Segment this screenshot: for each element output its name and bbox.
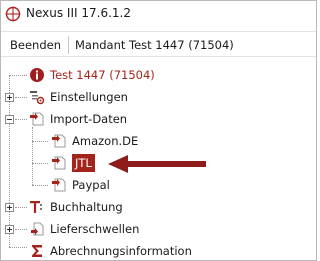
annotation-arrow-icon: [108, 155, 206, 173]
sigma-icon: [29, 243, 45, 259]
tree-item-buchhaltung[interactable]: Buchhaltung: [29, 196, 123, 218]
tree-item-label: Einstellungen: [50, 90, 128, 104]
import-icon: [51, 177, 67, 193]
expand-toggle-lieferschwellen[interactable]: [5, 225, 14, 234]
delivery-threshold-icon: [29, 221, 45, 237]
import-icon: [51, 133, 67, 149]
tree-item-label: Import-Daten: [50, 112, 128, 126]
info-icon: [29, 67, 45, 83]
settings-list-icon: [29, 89, 45, 105]
tenant-value[interactable]: Test 1447 (71504): [129, 38, 234, 52]
tree-item-einstellungen[interactable]: Einstellungen: [29, 86, 128, 108]
tree-item-amazon-de[interactable]: Amazon.DE: [51, 130, 138, 152]
tree-item-jtl[interactable]: JTL: [51, 152, 95, 174]
tree-item-label: Lieferschwellen: [50, 222, 140, 236]
expand-toggle-einstellungen[interactable]: [5, 93, 14, 102]
tree-guide-line: [15, 207, 27, 208]
tenant-label: Mandant: [75, 38, 126, 52]
tree-guide-line: [9, 75, 27, 76]
tree-guide-line: [32, 127, 33, 185]
menu-separator: [68, 36, 69, 54]
title-bar: Nexus III 17.6.1.2: [1, 1, 316, 27]
expand-toggle-buchhaltung[interactable]: [5, 203, 14, 212]
tree-guide-line: [9, 247, 27, 248]
tree-guide-line: [32, 141, 48, 142]
tree-item-lieferschwellen[interactable]: Lieferschwellen: [29, 218, 139, 240]
tree-guide-line: [32, 185, 48, 186]
tree-item-label-selected: JTL: [72, 154, 95, 172]
import-icon: [29, 111, 45, 127]
accounting-icon: [29, 199, 45, 215]
window-title: Nexus III 17.6.1.2: [26, 6, 131, 20]
menu-bar: Beenden Mandant Test 1447 (71504): [1, 31, 316, 57]
tree-item-root[interactable]: Test 1447 (71504): [29, 64, 155, 86]
app-logo-icon: [5, 6, 21, 22]
tree-item-label: Amazon.DE: [72, 134, 139, 148]
tree-guide-line: [15, 97, 27, 98]
import-icon: [51, 155, 67, 171]
tree-item-import-daten[interactable]: Import-Daten: [29, 108, 127, 130]
tree-item-label: Buchhaltung: [50, 200, 123, 214]
tree-item-abrechnungsinformation[interactable]: Abrechnungsinformation: [29, 240, 192, 261]
tree-guide-line: [32, 163, 48, 164]
tree-guide-line: [15, 229, 27, 230]
tree-item-paypal[interactable]: Paypal: [51, 174, 110, 196]
tree-item-label: Test 1447 (71504): [50, 68, 155, 82]
tree-item-label: Abrechnungsinformation: [50, 244, 192, 258]
quit-menu-item[interactable]: Beenden: [10, 38, 61, 52]
collapse-toggle-import-daten[interactable]: [5, 115, 14, 124]
tree-guide-line: [15, 119, 27, 120]
app-window: Nexus III 17.6.1.2 Beenden Mandant Test …: [0, 0, 317, 261]
tree-item-label: Paypal: [72, 178, 110, 192]
